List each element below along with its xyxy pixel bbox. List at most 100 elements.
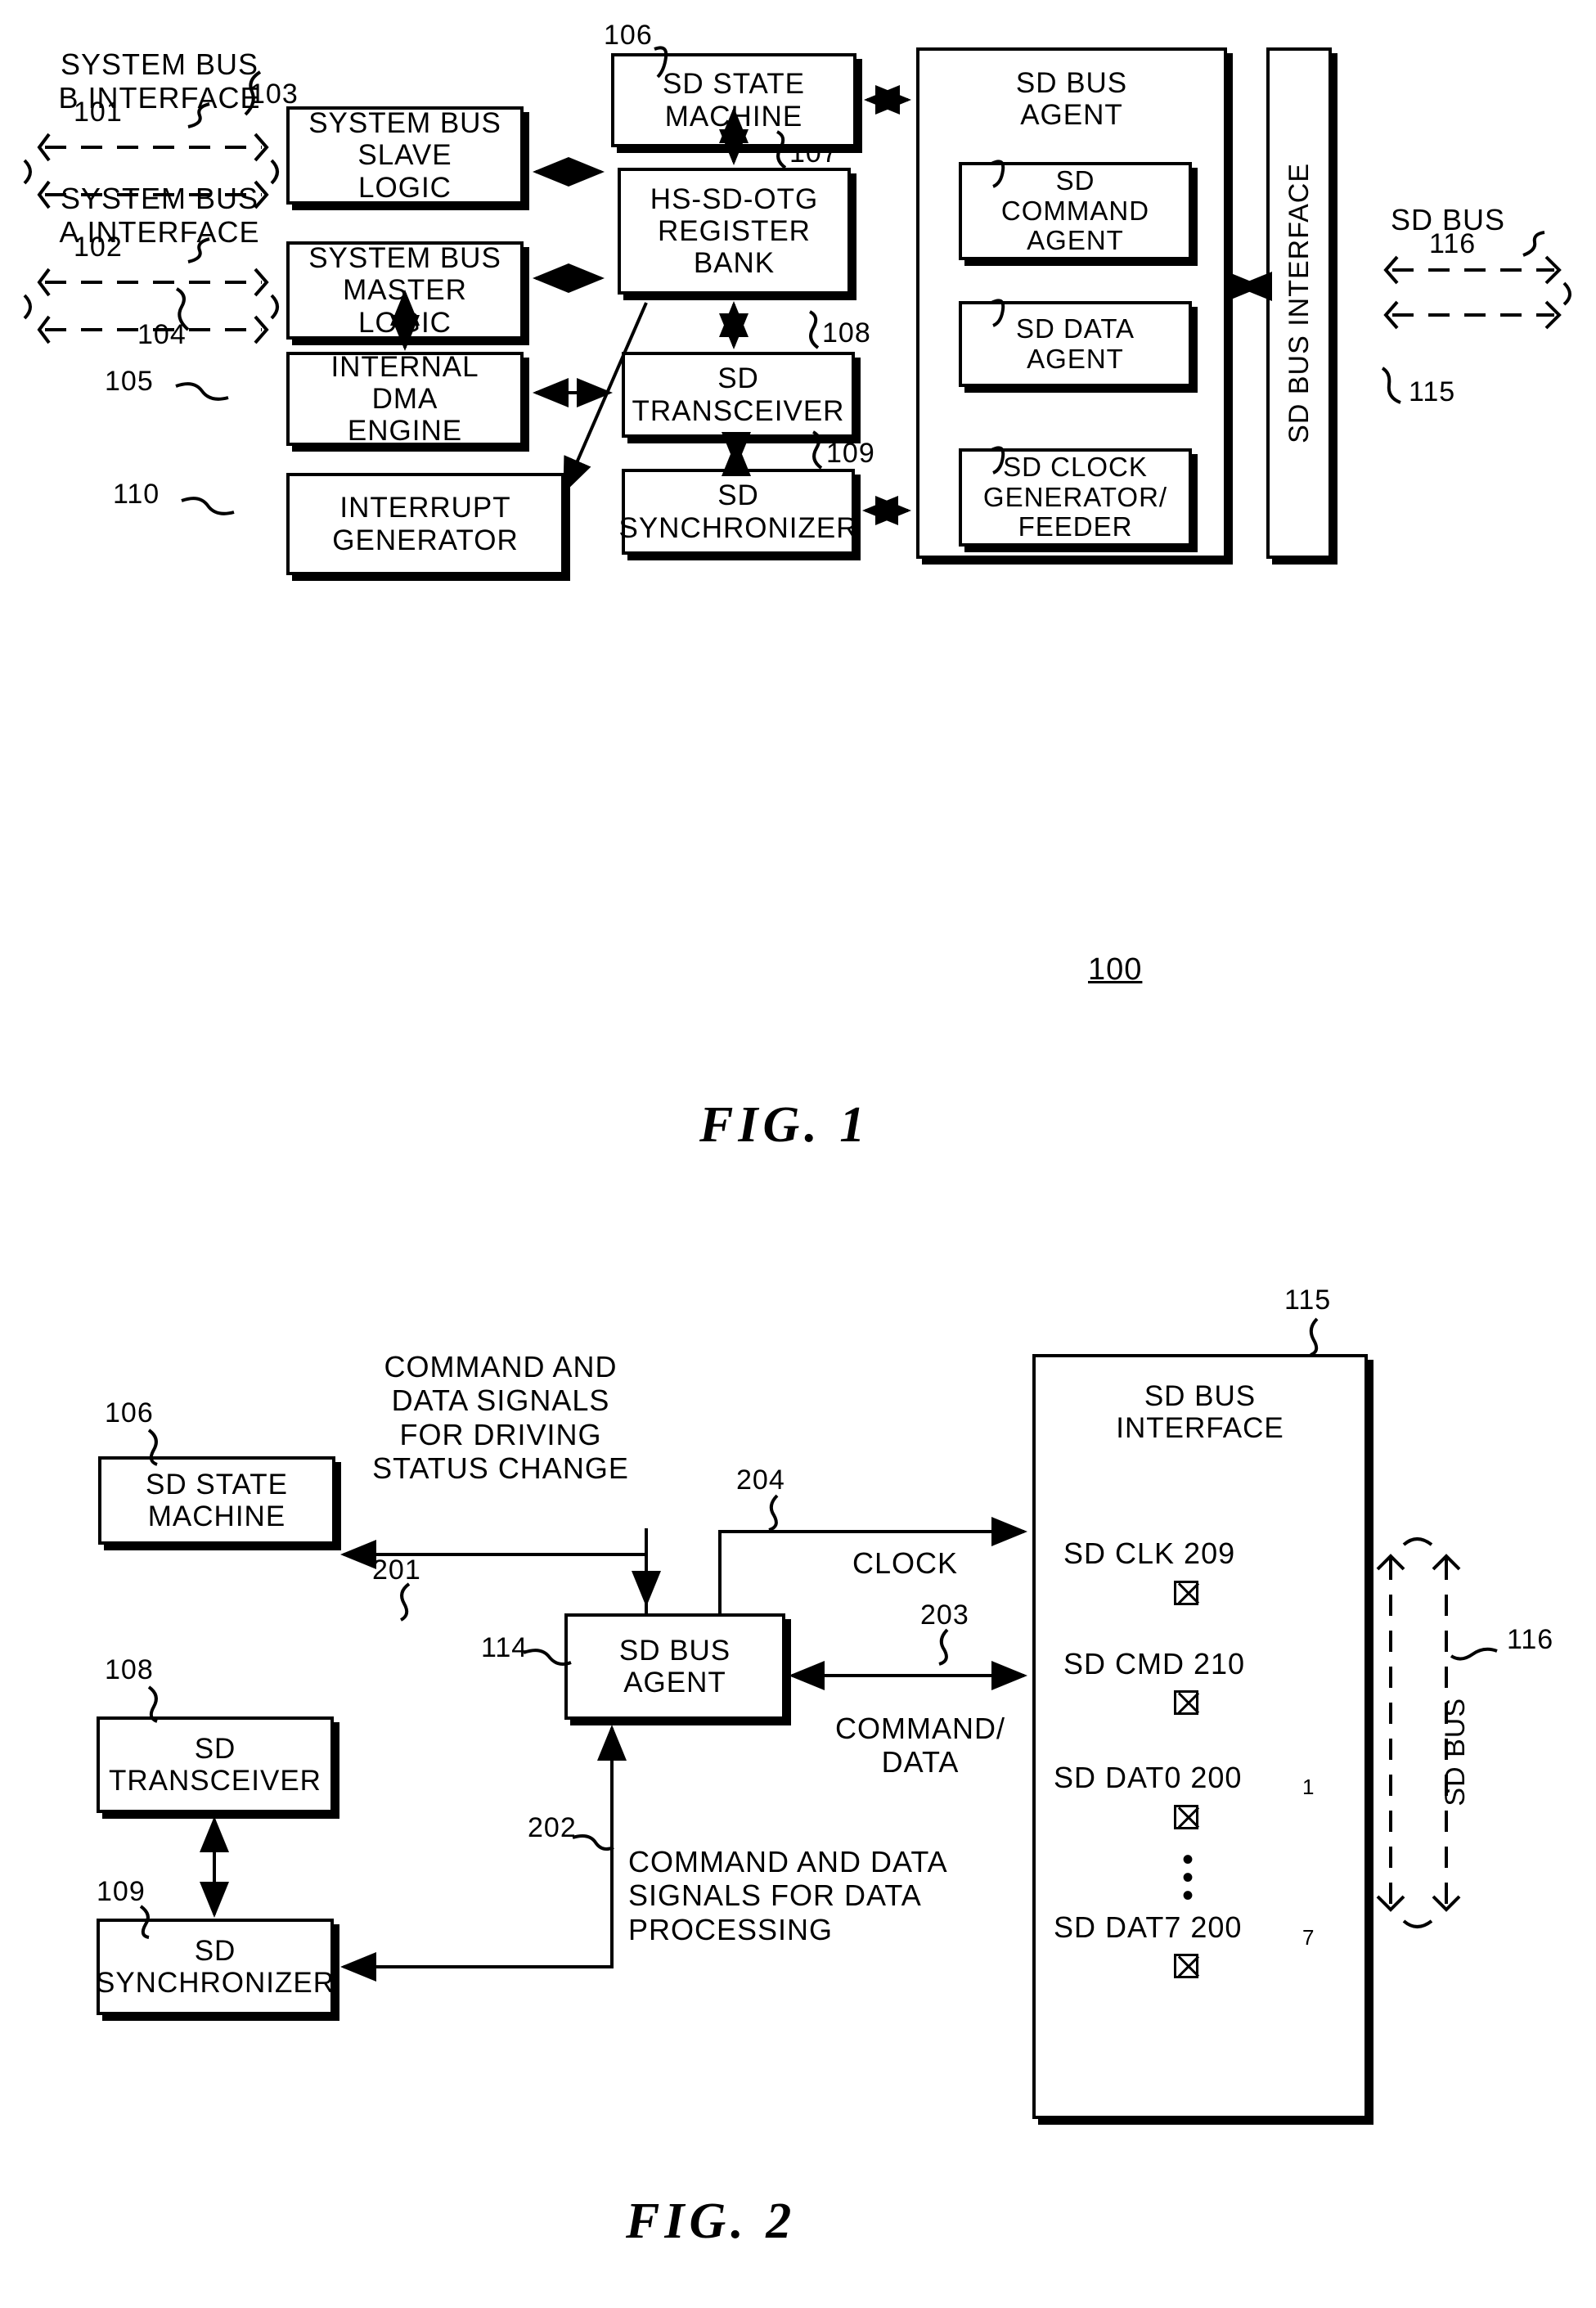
fig2-pin-sd-dat0-label: SD DAT0 200 xyxy=(1054,1761,1243,1794)
fig2-sdbus-dashed xyxy=(1389,1559,1448,1906)
fig2-lead-202 xyxy=(572,1834,614,1851)
fig2-sd-bus-label: SD BUS xyxy=(1440,1698,1471,1806)
fig1-block-sd-transceiver[interactable]: SD TRANSCEIVER xyxy=(622,352,855,438)
fig2-signal-status-change-label: COMMAND AND DATA SIGNALS FOR DRIVING STA… xyxy=(372,1350,629,1486)
fig1-bus-a-left-arrow-bot xyxy=(37,315,51,344)
fig1-block-108-label: SD TRANSCEIVER xyxy=(632,362,845,427)
fig1-block-interrupt-generator[interactable]: INTERRUPT GENERATOR xyxy=(286,473,564,575)
fig2-sdbus-top-arrow-left xyxy=(1376,1554,1405,1571)
fig2-block-106-label: SD STATE MACHINE xyxy=(146,1468,288,1532)
fig1-block-system-bus-master-logic[interactable]: SYSTEM BUS MASTER LOGIC xyxy=(286,241,524,340)
fig2-pin-sd-dat7-subscript: 7 xyxy=(1302,1925,1315,1950)
fig2-lead-204 xyxy=(768,1494,779,1532)
fig2-block-sd-bus-agent[interactable]: SD BUS AGENT xyxy=(564,1613,785,1720)
fig1-ref-104: 104 xyxy=(137,319,187,350)
fig1-sdbus-left-arrow-bot xyxy=(1383,300,1399,330)
fig1-ref-105: 105 xyxy=(105,366,154,397)
fig2-path-202 xyxy=(340,1725,627,1982)
fig1-block-sd-data-agent[interactable]: SD DATA AGENT xyxy=(959,301,1192,387)
fig2-caption: FIG. 2 xyxy=(626,2193,797,2249)
patent-drawing-sheet: SYSTEM BUS B INTERFACE 101 SYSTEM BUS A … xyxy=(0,0,1596,2308)
fig1-ref-115: 115 xyxy=(1409,376,1456,407)
fig1-ref-109: 109 xyxy=(826,438,875,469)
fig1-ref-101: 101 xyxy=(74,97,123,128)
fig2-sdbus-top-brace xyxy=(1402,1537,1433,1546)
fig1-bus-a-right-arrow-top xyxy=(254,268,269,297)
fig2-ref-109: 109 xyxy=(97,1876,146,1907)
fig1-block-114-label: SD BUS AGENT xyxy=(1015,67,1128,132)
fig1-block-sd-state-machine[interactable]: SD STATE MACHINE xyxy=(611,53,856,147)
fig1-bus-a-left-brace xyxy=(23,294,32,320)
fig1-bus-b-left-brace xyxy=(23,159,32,185)
fig1-block-hs-sd-otg-register-bank[interactable]: HS-SD-OTG REGISTER BANK xyxy=(618,168,851,295)
fig2-sdbus-bot-arrow-left xyxy=(1376,1895,1405,1912)
fig2-block-sd-transceiver[interactable]: SD TRANSCEIVER xyxy=(97,1716,334,1813)
fig1-lead-116 xyxy=(1522,231,1545,257)
fig1-bus-a-right-brace xyxy=(270,294,279,320)
fig2-ref-204: 204 xyxy=(736,1464,785,1496)
fig1-bus-b-right-arrow-top xyxy=(254,133,269,162)
fig1-block-104-label: SYSTEM BUS MASTER LOGIC xyxy=(308,242,501,339)
fig2-block-sd-state-machine[interactable]: SD STATE MACHINE xyxy=(98,1456,335,1545)
fig2-pin-sd-clk-label: SD CLK 209 xyxy=(1063,1536,1236,1570)
fig1-sdbus-dashed xyxy=(1392,268,1554,317)
fig1-sdbus-right-arrow-bot xyxy=(1544,300,1562,330)
fig2-ref-106: 106 xyxy=(105,1397,154,1428)
fig1-lead-105 xyxy=(175,382,229,401)
fig1-block-sd-bus-interface[interactable]: SD BUS INTERFACE xyxy=(1266,47,1332,559)
fig2-pin-sd-cmd-label: SD CMD 210 xyxy=(1063,1647,1246,1680)
fig1-block-115-label: SD BUS INTERFACE xyxy=(1283,163,1315,443)
fig1-lead-110 xyxy=(181,497,235,515)
fig1-bus-b-left-arrow-top xyxy=(37,133,51,162)
fig2-pin-sd-clk-pad-icon xyxy=(1174,1581,1198,1605)
fig2-pin-sd-dat0-pad-icon xyxy=(1174,1805,1198,1829)
fig1-bus-a-right-arrow-bot xyxy=(254,315,269,344)
fig1-block-111-label: SD COMMAND AGENT xyxy=(1000,164,1150,256)
fig2-ref-203: 203 xyxy=(920,1599,969,1631)
fig1-block-sd-clock-generator-feeder[interactable]: SD CLOCK GENERATOR/ FEEDER xyxy=(959,448,1192,547)
fig1-bus-a-left-arrow-top xyxy=(37,268,51,297)
fig1-block-103-label: SYSTEM BUS SLAVE LOGIC xyxy=(308,107,501,204)
fig2-lead-115 xyxy=(1309,1317,1319,1356)
fig1-bus-b-right-brace xyxy=(270,159,279,185)
fig1-block-106-label: SD STATE MACHINE xyxy=(663,68,805,133)
fig2-block-115-label: SD BUS INTERFACE xyxy=(1116,1380,1284,1445)
fig1-system-bus-a-interface-label: SYSTEM BUS A INTERFACE xyxy=(59,182,260,250)
fig1-block-109-label: SD SYNCHRONIZER xyxy=(618,479,858,544)
fig2-sdbus-bot-arrow-right xyxy=(1432,1895,1461,1912)
fig2-ref-115: 115 xyxy=(1284,1284,1332,1316)
fig2-lead-201 xyxy=(399,1582,411,1622)
fig1-block-sd-synchronizer[interactable]: SD SYNCHRONIZER xyxy=(618,469,857,555)
fig1-block-112-label: SD DATA AGENT xyxy=(1015,313,1135,374)
fig2-block-sd-synchronizer[interactable]: SD SYNCHRONIZER xyxy=(96,1919,334,2015)
fig1-block-110-label: INTERRUPT GENERATOR xyxy=(332,492,519,556)
fig2-ref-201: 201 xyxy=(372,1554,421,1586)
fig2-ref-108: 108 xyxy=(105,1654,154,1685)
fig1-ref-102: 102 xyxy=(74,232,123,263)
fig2-pin-sd-cmd-pad-icon xyxy=(1174,1690,1198,1715)
fig1-sdbus-right-arrow-top xyxy=(1544,255,1562,285)
fig2-pin-sd-dat7-label: SD DAT7 200 xyxy=(1054,1910,1243,1944)
fig2-ref-116: 116 xyxy=(1507,1624,1554,1655)
fig1-block-107-label: HS-SD-OTG REGISTER BANK xyxy=(650,182,819,280)
fig1-lead-108 xyxy=(808,310,820,349)
fig1-sdbus-left-arrow-top xyxy=(1383,255,1399,285)
fig2-sdbus-bottom-brace xyxy=(1402,1919,1433,1928)
fig2-ref-202: 202 xyxy=(528,1812,577,1843)
fig1-caption: FIG. 1 xyxy=(699,1097,870,1153)
fig2-pin-ellipsis-icon: • • • xyxy=(1181,1842,1194,1914)
fig1-block-internal-dma-engine[interactable]: INTERNAL DMA ENGINE xyxy=(286,350,524,448)
fig1-ref-108: 108 xyxy=(822,317,871,349)
fig1-ref-110: 110 xyxy=(113,479,160,510)
fig2-signal-command-data-label: COMMAND/ DATA xyxy=(835,1712,1005,1779)
fig2-ref-114: 114 xyxy=(481,1632,528,1663)
fig2-block-sd-bus-interface[interactable]: SD BUS INTERFACE xyxy=(1032,1354,1368,2119)
fig2-signal-data-processing-label: COMMAND AND DATA SIGNALS FOR DATA PROCES… xyxy=(628,1845,948,1946)
fig2-pin-sd-dat0-subscript: 1 xyxy=(1302,1775,1315,1799)
fig2-lead-116 xyxy=(1450,1647,1498,1661)
fig1-block-system-bus-slave-logic[interactable]: SYSTEM BUS SLAVE LOGIC xyxy=(286,106,524,205)
fig1-lead-115 xyxy=(1381,367,1401,404)
fig1-block-105-label: INTERNAL DMA ENGINE xyxy=(330,350,479,448)
fig1-block-sd-command-agent[interactable]: SD COMMAND AGENT xyxy=(959,162,1192,260)
fig2-lead-203 xyxy=(938,1628,949,1666)
